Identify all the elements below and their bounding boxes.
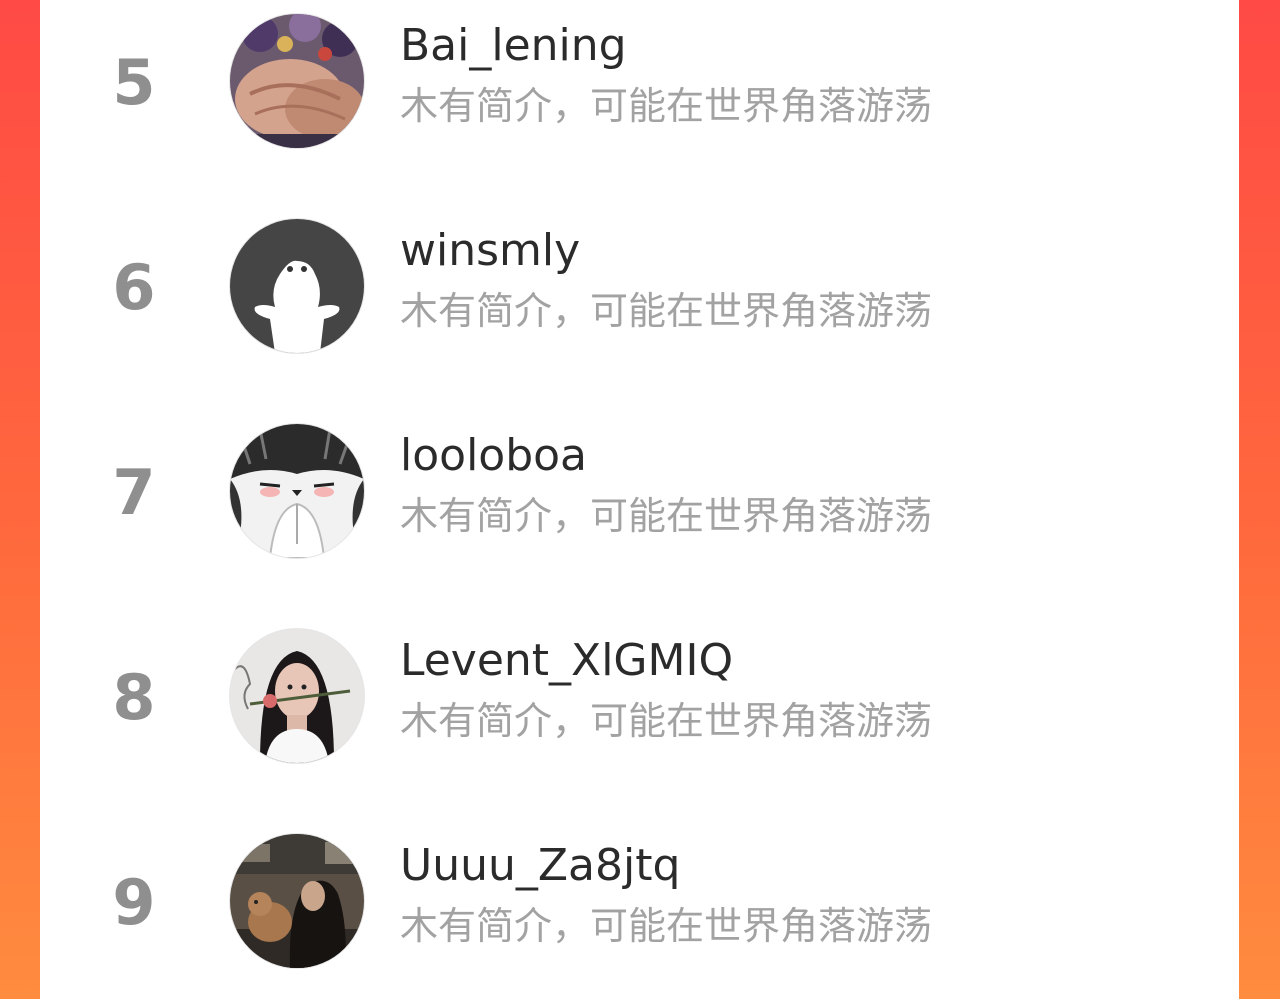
ranking-list: 5 Bai_lening 木有简介，可能在世界角落游荡 6 winsmly 木有… — [40, 0, 1239, 999]
list-item[interactable]: 8 Levent_XlGMIQ 木有简介，可能在世界角落游荡 — [40, 615, 1239, 820]
user-bio: 木有简介，可能在世界角落游荡 — [400, 904, 933, 948]
user-bio: 木有简介，可能在世界角落游荡 — [400, 289, 933, 333]
rank-number: 7 — [112, 456, 156, 529]
username[interactable]: Bai_lening — [400, 18, 627, 74]
avatar[interactable] — [230, 629, 364, 763]
list-item[interactable]: 5 Bai_lening 木有简介，可能在世界角落游荡 — [40, 0, 1239, 205]
rank-number: 5 — [112, 46, 156, 119]
blushing-cat-avatar — [230, 424, 364, 558]
white-ghost-cartoon-avatar — [230, 219, 364, 353]
username[interactable]: Levent_XlGMIQ — [400, 633, 733, 689]
rank-number: 6 — [112, 251, 156, 324]
user-bio: 木有简介，可能在世界角落游荡 — [400, 494, 933, 538]
list-item[interactable]: 7 looloboa 木有简介，可能在世界角落游荡 — [40, 410, 1239, 615]
woman-with-dog-avatar — [230, 834, 364, 968]
rank-number: 9 — [112, 866, 156, 939]
avatar[interactable] — [230, 424, 364, 558]
list-item[interactable]: 6 winsmly 木有简介，可能在世界角落游荡 — [40, 205, 1239, 410]
username[interactable]: winsmly — [400, 223, 580, 279]
woman-with-rose-avatar — [230, 629, 364, 763]
username[interactable]: Uuuu_Za8jtq — [400, 838, 680, 894]
user-bio: 木有简介，可能在世界角落游荡 — [400, 699, 933, 743]
list-item[interactable]: 9 Uuuu_Za8jtq 木有简介，可能在世界角落游荡 — [40, 820, 1239, 999]
hands-holding-flowers-avatar — [230, 14, 364, 148]
avatar[interactable] — [230, 14, 364, 148]
user-bio: 木有简介，可能在世界角落游荡 — [400, 84, 933, 128]
username[interactable]: looloboa — [400, 428, 587, 484]
avatar[interactable] — [230, 219, 364, 353]
rank-number: 8 — [112, 661, 156, 734]
avatar[interactable] — [230, 834, 364, 968]
